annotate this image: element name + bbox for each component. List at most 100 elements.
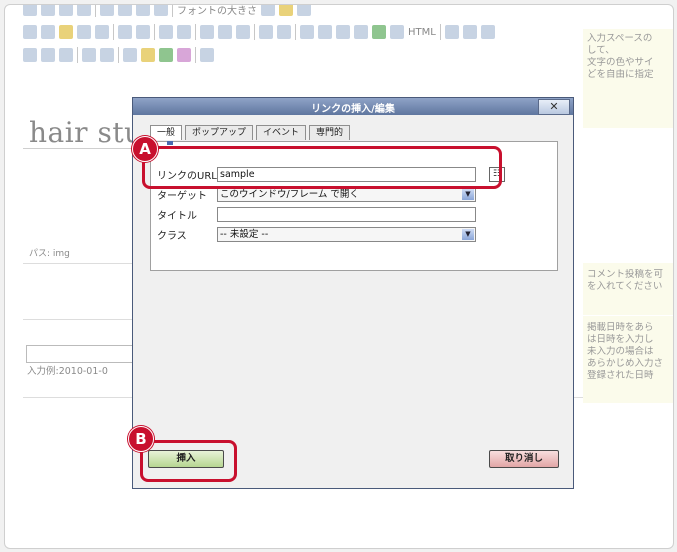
highlight-color-icon[interactable] <box>279 5 293 16</box>
side-note-editor: 入力スペースの して、 文字の色やサイ どを自由に指定 <box>583 29 673 128</box>
title-row: タイトル <box>157 204 476 224</box>
chevron-down-icon[interactable]: ▼ <box>462 228 474 240</box>
toolbar-divider <box>118 47 119 63</box>
toolbar-divider <box>172 5 173 17</box>
tab-events[interactable]: イベント <box>256 125 307 140</box>
toolbar-divider <box>254 24 255 40</box>
paste-word-icon[interactable] <box>95 25 109 39</box>
side-note-line: 登録された日時 <box>587 370 654 381</box>
screenshot-frame: フォントの大きさ HTML hair stu パス: img 入力例:2010-… <box>4 4 674 549</box>
callout-badge-a: A <box>132 136 158 162</box>
template-icon[interactable] <box>159 48 173 62</box>
class-select-value: -- 未設定 -- <box>220 228 269 240</box>
class-row: クラス -- 未設定 -- ▼ <box>157 224 476 244</box>
divider <box>23 263 133 264</box>
emoticon-icon[interactable] <box>141 48 155 62</box>
cancel-button[interactable]: 取り消し <box>489 450 559 468</box>
post-title-text[interactable]: hair stu <box>29 116 143 149</box>
side-note-line: 未入力の場合は <box>587 346 654 357</box>
preview-icon[interactable] <box>480 25 495 39</box>
paste-icon[interactable] <box>59 25 73 39</box>
tab-popup[interactable]: ポップアップ <box>185 125 254 140</box>
dialog-titlebar[interactable]: リンクの挿入/編集 ✕ <box>133 98 573 115</box>
link-icon[interactable] <box>318 25 332 39</box>
side-note-line: 入力スペースの <box>587 33 653 44</box>
replace-icon[interactable] <box>136 25 150 39</box>
toolbar-divider <box>295 24 296 40</box>
font-color-icon[interactable] <box>261 5 275 16</box>
highlight-url-field <box>142 146 502 189</box>
paste-text-icon[interactable] <box>77 25 91 39</box>
toolbar-divider <box>195 24 196 40</box>
underline-icon[interactable] <box>59 5 73 16</box>
toolbar-divider <box>95 5 96 17</box>
superscript-icon[interactable] <box>100 48 114 62</box>
chevron-down-icon[interactable]: ▼ <box>462 188 474 200</box>
toolbar-row-3 <box>23 43 214 67</box>
target-select-value: このウインドウ/フレーム で開く <box>220 188 359 200</box>
highlight-insert-button <box>140 440 237 482</box>
edit-icon[interactable] <box>300 25 314 39</box>
panel-legend-icon <box>167 141 173 145</box>
page-break-icon[interactable] <box>177 48 191 62</box>
tab-advanced[interactable]: 専門的 <box>309 125 351 140</box>
align-center-icon[interactable] <box>118 5 132 16</box>
media-icon[interactable] <box>444 25 459 39</box>
side-note-date: 掲載日時をあら は日時を入力し 未入力の場合は あらかじめ入力さ 登録された日時 <box>583 316 673 403</box>
title-input[interactable] <box>217 206 476 222</box>
bullet-list-icon[interactable] <box>159 25 173 39</box>
remove-format-icon[interactable] <box>41 48 55 62</box>
side-note-line: どを自由に指定 <box>587 69 654 80</box>
unlink-icon[interactable] <box>336 25 350 39</box>
indent-icon[interactable] <box>218 25 232 39</box>
close-button[interactable]: ✕ <box>538 99 570 115</box>
find-icon[interactable] <box>118 25 132 39</box>
font-size-select[interactable]: フォントの大きさ <box>177 5 257 17</box>
callout-badge-b: B <box>128 426 154 452</box>
redo-icon[interactable] <box>277 25 291 39</box>
undo-icon[interactable] <box>259 25 273 39</box>
title-label: タイトル <box>157 210 197 222</box>
publish-date-input[interactable] <box>26 345 148 363</box>
cleanup-icon[interactable] <box>390 25 404 39</box>
help-icon[interactable] <box>462 25 477 39</box>
bold-icon[interactable] <box>23 5 37 16</box>
toolbar-divider <box>77 47 78 63</box>
class-select[interactable]: -- 未設定 -- ▼ <box>217 226 476 242</box>
image-icon[interactable] <box>372 25 386 39</box>
italic-icon[interactable] <box>41 5 55 16</box>
align-right-icon[interactable] <box>136 5 150 16</box>
side-note-line: 掲載日時をあら <box>587 322 654 333</box>
align-left-icon[interactable] <box>100 5 114 16</box>
toolbar-row-1: フォントの大きさ <box>23 5 311 21</box>
special-char-icon[interactable] <box>123 48 137 62</box>
horizontal-rule-icon[interactable] <box>23 48 37 62</box>
side-note-line: を入れてください <box>587 281 663 292</box>
table-icon[interactable] <box>59 48 73 62</box>
side-note-line: して、 <box>587 45 615 56</box>
divider <box>23 148 133 149</box>
side-note-comments: コメント投稿を可 を入れてください <box>583 263 673 315</box>
tab-general[interactable]: 一般 <box>150 125 183 140</box>
html-button[interactable]: HTML <box>408 27 436 38</box>
side-note-line: あらかじめ入力さ <box>587 358 664 369</box>
outdent-icon[interactable] <box>200 25 214 39</box>
side-note-line: は日時を入力し <box>587 334 654 345</box>
numbered-list-icon[interactable] <box>177 25 191 39</box>
align-justify-icon[interactable] <box>154 5 168 16</box>
anchor-icon[interactable] <box>354 25 368 39</box>
toolbar-row-2: HTML <box>23 20 495 44</box>
subscript-icon[interactable] <box>82 48 96 62</box>
fullscreen-icon[interactable] <box>200 48 214 62</box>
class-label: クラス <box>157 230 187 242</box>
date-input-hint: 入力例:2010-01-0 <box>27 366 108 377</box>
toolbar-divider <box>113 24 114 40</box>
toolbar-divider <box>439 24 441 40</box>
toolbar-divider <box>154 24 155 40</box>
strikethrough-icon[interactable] <box>77 5 91 16</box>
copy-icon[interactable] <box>41 25 55 39</box>
cut-icon[interactable] <box>23 25 37 39</box>
blockquote-icon[interactable] <box>236 25 250 39</box>
format-icon[interactable] <box>297 5 311 16</box>
editor-path: パス: img <box>29 249 70 259</box>
